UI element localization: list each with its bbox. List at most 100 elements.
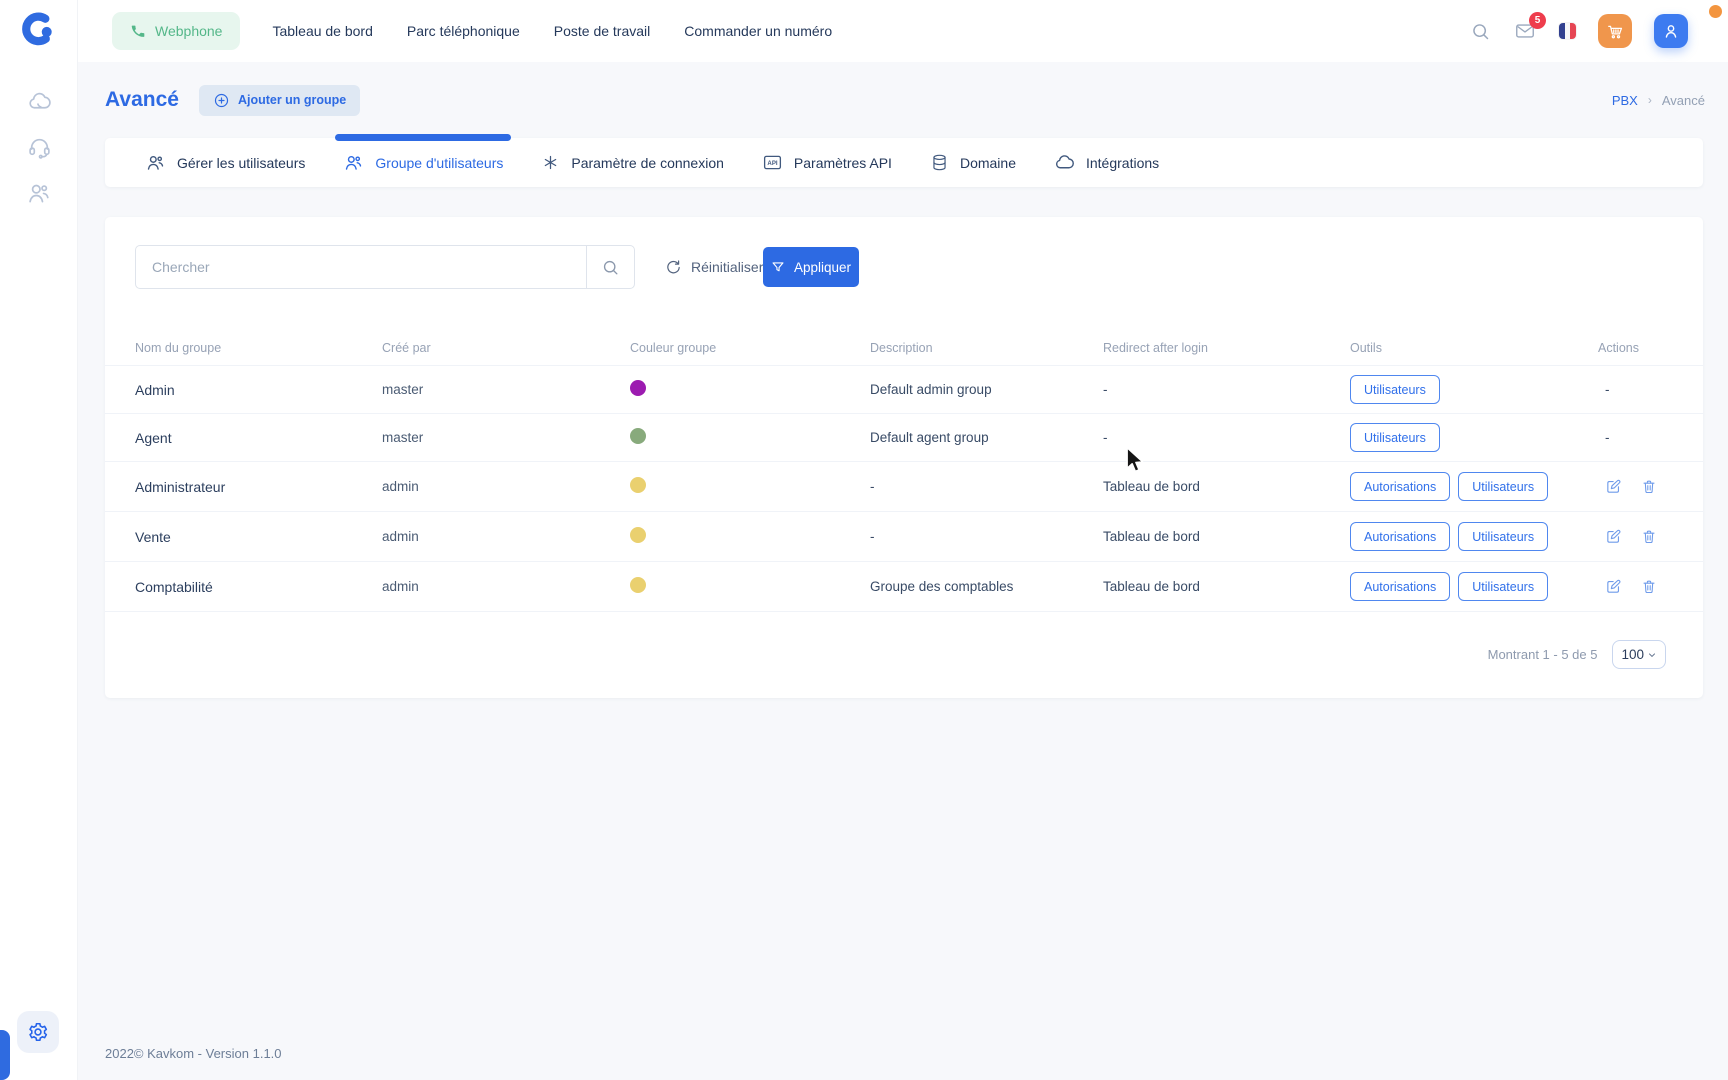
table-row: Agent master Default agent group - Utili…	[105, 414, 1703, 462]
actions-cell	[1598, 478, 1703, 495]
col-header-outils: Outils	[1350, 341, 1598, 355]
edit-icon[interactable]	[1605, 578, 1622, 595]
group-description: -	[870, 529, 1103, 544]
plus-circle-icon	[213, 92, 230, 109]
top-navbar: Webphone Tableau de bord Parc téléphoniq…	[78, 0, 1728, 62]
tools-cell: Autorisations Utilisateurs	[1350, 472, 1598, 501]
tab-groupe-dutilisateurs[interactable]: Groupe d'utilisateurs	[343, 138, 503, 187]
nav-commander-un-numero[interactable]: Commander un numéro	[684, 23, 832, 39]
settings-gear-button[interactable]	[17, 1011, 59, 1053]
tools-cell: Utilisateurs	[1350, 375, 1598, 404]
users-group-icon	[343, 152, 364, 173]
mail-badge: 5	[1529, 12, 1546, 29]
tab-gerer-les-utilisateurs[interactable]: Gérer les utilisateurs	[145, 138, 305, 187]
shop-cart-button[interactable]	[1598, 14, 1632, 48]
user-avatar-icon	[1661, 21, 1681, 41]
autorisations-button[interactable]: Autorisations	[1350, 572, 1450, 601]
tab-parametres-api[interactable]: API Paramètres API	[762, 138, 892, 187]
filter-funnel-icon	[771, 260, 785, 274]
tabs-bar: Gérer les utilisateurs Groupe d'utilisat…	[105, 138, 1703, 187]
tab-label: Domaine	[960, 155, 1016, 171]
sidebar	[0, 0, 78, 1080]
utilisateurs-button[interactable]: Utilisateurs	[1458, 572, 1548, 601]
redirect-after-login: -	[1103, 382, 1350, 397]
redirect-after-login: -	[1103, 430, 1350, 445]
breadcrumb-parent[interactable]: PBX	[1612, 93, 1638, 108]
actions-cell	[1598, 528, 1703, 545]
chevron-down-icon	[1647, 650, 1657, 660]
mail-button[interactable]: 5	[1513, 20, 1537, 42]
refresh-icon	[665, 259, 682, 276]
page-size-value: 100	[1621, 647, 1644, 662]
group-color-dot	[630, 527, 646, 543]
group-name: Admin	[135, 382, 382, 398]
col-header-actions: Actions	[1598, 341, 1703, 355]
footer-copyright: 2022© Kavkom - Version 1.1.0	[105, 1046, 282, 1061]
col-header-nom: Nom du groupe	[135, 341, 382, 355]
api-icon: API	[762, 152, 783, 173]
delete-icon[interactable]	[1641, 578, 1657, 595]
edit-icon[interactable]	[1605, 528, 1622, 545]
created-by: master	[382, 430, 630, 445]
utilisateurs-button[interactable]: Utilisateurs	[1350, 375, 1440, 404]
nav-parc-telephonique[interactable]: Parc téléphonique	[407, 23, 520, 39]
group-name: Administrateur	[135, 479, 382, 495]
search-icon	[601, 258, 620, 277]
main-nav: Tableau de bord Parc téléphonique Poste …	[272, 23, 832, 39]
actions-empty: -	[1605, 430, 1610, 445]
side-widget-handle[interactable]	[0, 1030, 10, 1080]
tools-cell: Utilisateurs	[1350, 423, 1598, 452]
autorisations-button[interactable]: Autorisations	[1350, 522, 1450, 551]
search-submit-button[interactable]	[586, 246, 634, 288]
group-color-dot	[630, 428, 646, 444]
database-icon	[930, 153, 949, 172]
redirect-after-login: Tableau de bord	[1103, 479, 1350, 494]
tab-parametre-de-connexion[interactable]: Paramètre de connexion	[541, 138, 724, 187]
utilisateurs-button[interactable]: Utilisateurs	[1458, 472, 1548, 501]
group-description: Groupe des comptables	[870, 579, 1103, 594]
reset-label: Réinitialiser	[691, 259, 763, 275]
group-color-dot	[630, 477, 646, 493]
redirect-after-login: Tableau de bord	[1103, 529, 1350, 544]
users-group-icon	[145, 152, 166, 173]
autorisations-button[interactable]: Autorisations	[1350, 472, 1450, 501]
headset-icon[interactable]	[26, 134, 52, 160]
nav-poste-de-travail[interactable]: Poste de travail	[554, 23, 651, 39]
search-field-group	[135, 245, 635, 289]
apply-filters-button[interactable]: Appliquer	[763, 247, 859, 287]
created-by: master	[382, 382, 630, 397]
created-by: admin	[382, 479, 630, 494]
pagination: Montrant 1 - 5 de 5 100	[1488, 640, 1666, 669]
kavkom-logo-icon	[19, 11, 59, 51]
tab-label: Paramètre de connexion	[571, 155, 724, 171]
tools-cell: Autorisations Utilisateurs	[1350, 522, 1598, 551]
delete-icon[interactable]	[1641, 528, 1657, 545]
webphone-label: Webphone	[155, 23, 222, 39]
edit-icon[interactable]	[1605, 478, 1622, 495]
groups-panel: Réinitialiser Appliquer Nom du groupe Cr…	[105, 217, 1703, 698]
col-header-cree-par: Créé par	[382, 341, 630, 355]
tab-domaine[interactable]: Domaine	[930, 138, 1016, 187]
account-button[interactable]	[1654, 14, 1688, 48]
page-size-select[interactable]: 100	[1612, 640, 1666, 669]
webphone-button[interactable]: Webphone	[112, 12, 240, 50]
utilisateurs-button[interactable]: Utilisateurs	[1458, 522, 1548, 551]
tab-label: Groupe d'utilisateurs	[375, 155, 503, 171]
utilisateurs-button[interactable]: Utilisateurs	[1350, 423, 1440, 452]
language-flag-fr[interactable]	[1559, 23, 1576, 39]
cloud-icon	[1054, 152, 1075, 173]
table-header-row: Nom du groupe Créé par Couleur groupe De…	[105, 330, 1703, 366]
group-color-dot	[630, 380, 646, 396]
kavkom-logo[interactable]	[0, 0, 78, 62]
users-icon[interactable]	[26, 180, 52, 206]
page-header: Avancé Ajouter un groupe PBX › Avancé	[105, 82, 1705, 118]
reset-filters-button[interactable]: Réinitialiser	[665, 245, 763, 289]
search-input[interactable]	[136, 246, 586, 288]
tab-integrations[interactable]: Intégrations	[1054, 138, 1159, 187]
cloud-pbx-icon[interactable]	[26, 88, 52, 114]
add-group-button[interactable]: Ajouter un groupe	[199, 85, 360, 116]
search-icon[interactable]	[1470, 21, 1491, 42]
col-header-redirect: Redirect after login	[1103, 341, 1350, 355]
delete-icon[interactable]	[1641, 478, 1657, 495]
nav-tableau-de-bord[interactable]: Tableau de bord	[272, 23, 372, 39]
